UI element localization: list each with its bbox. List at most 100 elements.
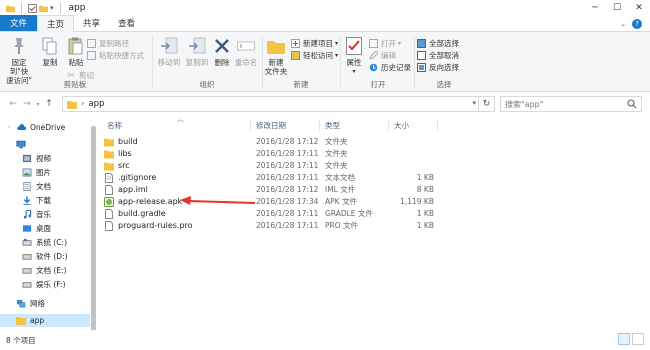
move-to-button[interactable]: 移动到 — [156, 36, 182, 67]
status-bar: 8 个项目 — [0, 330, 650, 350]
nav-item-onedrive[interactable]: › OneDrive — [0, 121, 90, 134]
nav-item-music[interactable]: 音乐 — [0, 208, 90, 221]
table-row[interactable]: .gitignore 2016/1/28 17:11 文本文档 1 KB — [104, 172, 434, 184]
nav-item-app[interactable]: app — [0, 314, 90, 327]
copy-path-button[interactable]: 复制路径 — [86, 38, 129, 49]
table-row[interactable]: libs 2016/1/28 17:11 文件夹 — [104, 148, 434, 160]
paste-button[interactable]: 粘贴 — [64, 36, 88, 67]
clipboard-group: 固定到"快 速访问" 复制 粘贴 复制路径 粘贴快捷方式 ✂ 剪切 剪贴板 — [0, 34, 150, 92]
column-header-name[interactable]: 名称 — [107, 118, 122, 132]
address-bar[interactable]: › app ▾ ↻ — [62, 96, 495, 112]
tab-share[interactable]: 共享 — [74, 15, 109, 31]
nav-item-pictures[interactable]: 图片 — [0, 166, 90, 179]
table-row[interactable]: build.gradle 2016/1/28 17:11 GRADLE 文件 1… — [104, 208, 434, 220]
search-input[interactable]: 搜索"app" — [500, 96, 642, 112]
chevron-right-icon[interactable]: › — [6, 123, 12, 132]
nav-item-this-pc[interactable] — [0, 138, 90, 151]
copy-button[interactable]: 复制 — [38, 36, 62, 67]
nav-item-downloads[interactable]: 下载 — [0, 194, 90, 207]
file-name: build — [118, 137, 138, 146]
file-type: PRO 文件 — [325, 221, 359, 230]
copy-to-button[interactable]: 复制到 — [184, 36, 210, 67]
nav-item-drive-d[interactable]: 软件 (D:) — [0, 250, 90, 263]
paste-shortcut-button[interactable]: 粘贴快捷方式 — [86, 50, 144, 61]
network-icon — [16, 299, 26, 308]
customize-quick-access-icon[interactable]: ▾ — [50, 4, 54, 12]
nav-item-drive-f[interactable]: 娱乐 (F:) — [0, 278, 90, 291]
navigation-pane: › OneDrive 视频 图片 文档 下载 音乐 桌面 系统 (C:) 软件 … — [0, 116, 97, 330]
select-none-button[interactable]: 全部取消 — [416, 50, 459, 61]
open-button[interactable]: 打开 ▾ — [368, 38, 401, 49]
up-icon[interactable]: ↑ — [42, 97, 56, 111]
close-icon[interactable]: ✕ — [628, 0, 650, 16]
nav-scrollbar[interactable] — [90, 116, 97, 331]
table-row[interactable]: build 2016/1/28 17:12 文件夹 — [104, 136, 434, 148]
column-header-date[interactable]: 修改日期 — [256, 118, 286, 132]
delete-button[interactable]: 删除 — [212, 36, 232, 67]
properties-check-icon[interactable] — [28, 3, 37, 13]
help-icon[interactable]: ? — [632, 19, 642, 29]
nav-item-drive-c[interactable]: 系统 (C:) — [0, 236, 90, 249]
file-date: 2016/1/28 17:11 — [256, 209, 319, 218]
file-date: 2016/1/28 17:34 — [256, 197, 319, 206]
file-list: 名称 ︿ 修改日期 类型 大小 build 2016/1/28 17:12 文件… — [97, 115, 650, 330]
divider — [319, 119, 320, 131]
minimize-icon[interactable]: ─ — [584, 0, 606, 16]
delete-x-icon — [212, 36, 232, 56]
rename-icon — [236, 36, 256, 56]
invert-selection-button[interactable]: 反向选择 — [416, 62, 459, 73]
maximize-icon[interactable]: ☐ — [606, 0, 628, 16]
refresh-icon[interactable]: ↻ — [478, 97, 494, 111]
nav-item-desktop[interactable]: 桌面 — [0, 222, 90, 235]
column-header-type[interactable]: 类型 — [325, 118, 340, 132]
file-name: app-release.apk — [118, 197, 183, 206]
forward-icon[interactable]: → — [20, 97, 34, 111]
pin-quick-access-button[interactable]: 固定到"快 速访问" — [4, 36, 34, 85]
nav-item-network[interactable]: 网络 — [0, 297, 90, 310]
breadcrumb[interactable]: app — [88, 99, 104, 109]
rename-button[interactable]: 重命名 — [234, 36, 258, 67]
file-type: 文件夹 — [325, 161, 348, 170]
expand-ribbon-icon[interactable]: ⌄ — [620, 20, 626, 28]
table-row[interactable]: src 2016/1/28 17:11 文件夹 — [104, 160, 434, 172]
search-icon[interactable] — [627, 99, 637, 109]
back-icon[interactable]: ← — [6, 97, 20, 111]
nav-item-videos[interactable]: 视频 — [0, 152, 90, 165]
window-title: app — [68, 3, 86, 13]
details-view-icon[interactable] — [618, 333, 630, 345]
folder-icon — [104, 150, 114, 159]
pictures-icon — [22, 168, 32, 177]
table-row[interactable]: app.iml 2016/1/28 17:12 IML 文件 8 KB — [104, 184, 434, 196]
breadcrumb-chevron-icon: › — [81, 99, 85, 109]
chevron-down-icon[interactable]: ▾ — [472, 99, 476, 107]
column-header-size[interactable]: 大小 — [394, 118, 409, 132]
divider — [340, 36, 341, 88]
file-type: 文本文档 — [325, 173, 355, 182]
table-row[interactable]: app-release.apk 2016/1/28 17:34 APK 文件 1… — [104, 196, 434, 208]
new-item-button[interactable]: 新建项目 ▾ — [290, 38, 338, 49]
recent-locations-icon[interactable]: ▾ — [34, 97, 42, 111]
properties-button[interactable]: 属性 ▾ — [342, 36, 366, 76]
edit-button[interactable]: 编辑 — [368, 50, 396, 61]
file-name: app.iml — [118, 185, 148, 194]
file-name: .gitignore — [118, 173, 157, 182]
nav-item-drive-e[interactable]: 文档 (E:) — [0, 264, 90, 277]
history-button[interactable]: 历史记录 — [368, 62, 411, 73]
file-size: 8 KB — [416, 185, 434, 194]
clipboard-group-label: 剪贴板 — [63, 80, 87, 89]
file-date: 2016/1/28 17:11 — [256, 173, 319, 182]
tab-view[interactable]: 查看 — [109, 15, 144, 31]
new-folder-button[interactable]: 新建 文件夹 — [264, 36, 288, 76]
large-icons-view-icon[interactable] — [632, 333, 644, 345]
nav-item-documents[interactable]: 文档 — [0, 180, 90, 193]
scrollbar-thumb[interactable] — [91, 126, 96, 331]
file-size: 1 KB — [416, 173, 434, 182]
copy-path-icon — [86, 39, 96, 49]
new-folder-quick-icon[interactable] — [39, 4, 48, 13]
select-all-button[interactable]: 全部选择 — [416, 38, 459, 49]
table-row[interactable]: proguard-rules.pro 2016/1/28 17:11 PRO 文… — [104, 220, 434, 232]
tab-file[interactable]: 文件 — [0, 15, 38, 31]
divider — [250, 119, 251, 131]
easy-access-button[interactable]: 轻松访问 ▾ — [290, 50, 338, 61]
tab-home[interactable]: 主页 — [37, 15, 75, 32]
